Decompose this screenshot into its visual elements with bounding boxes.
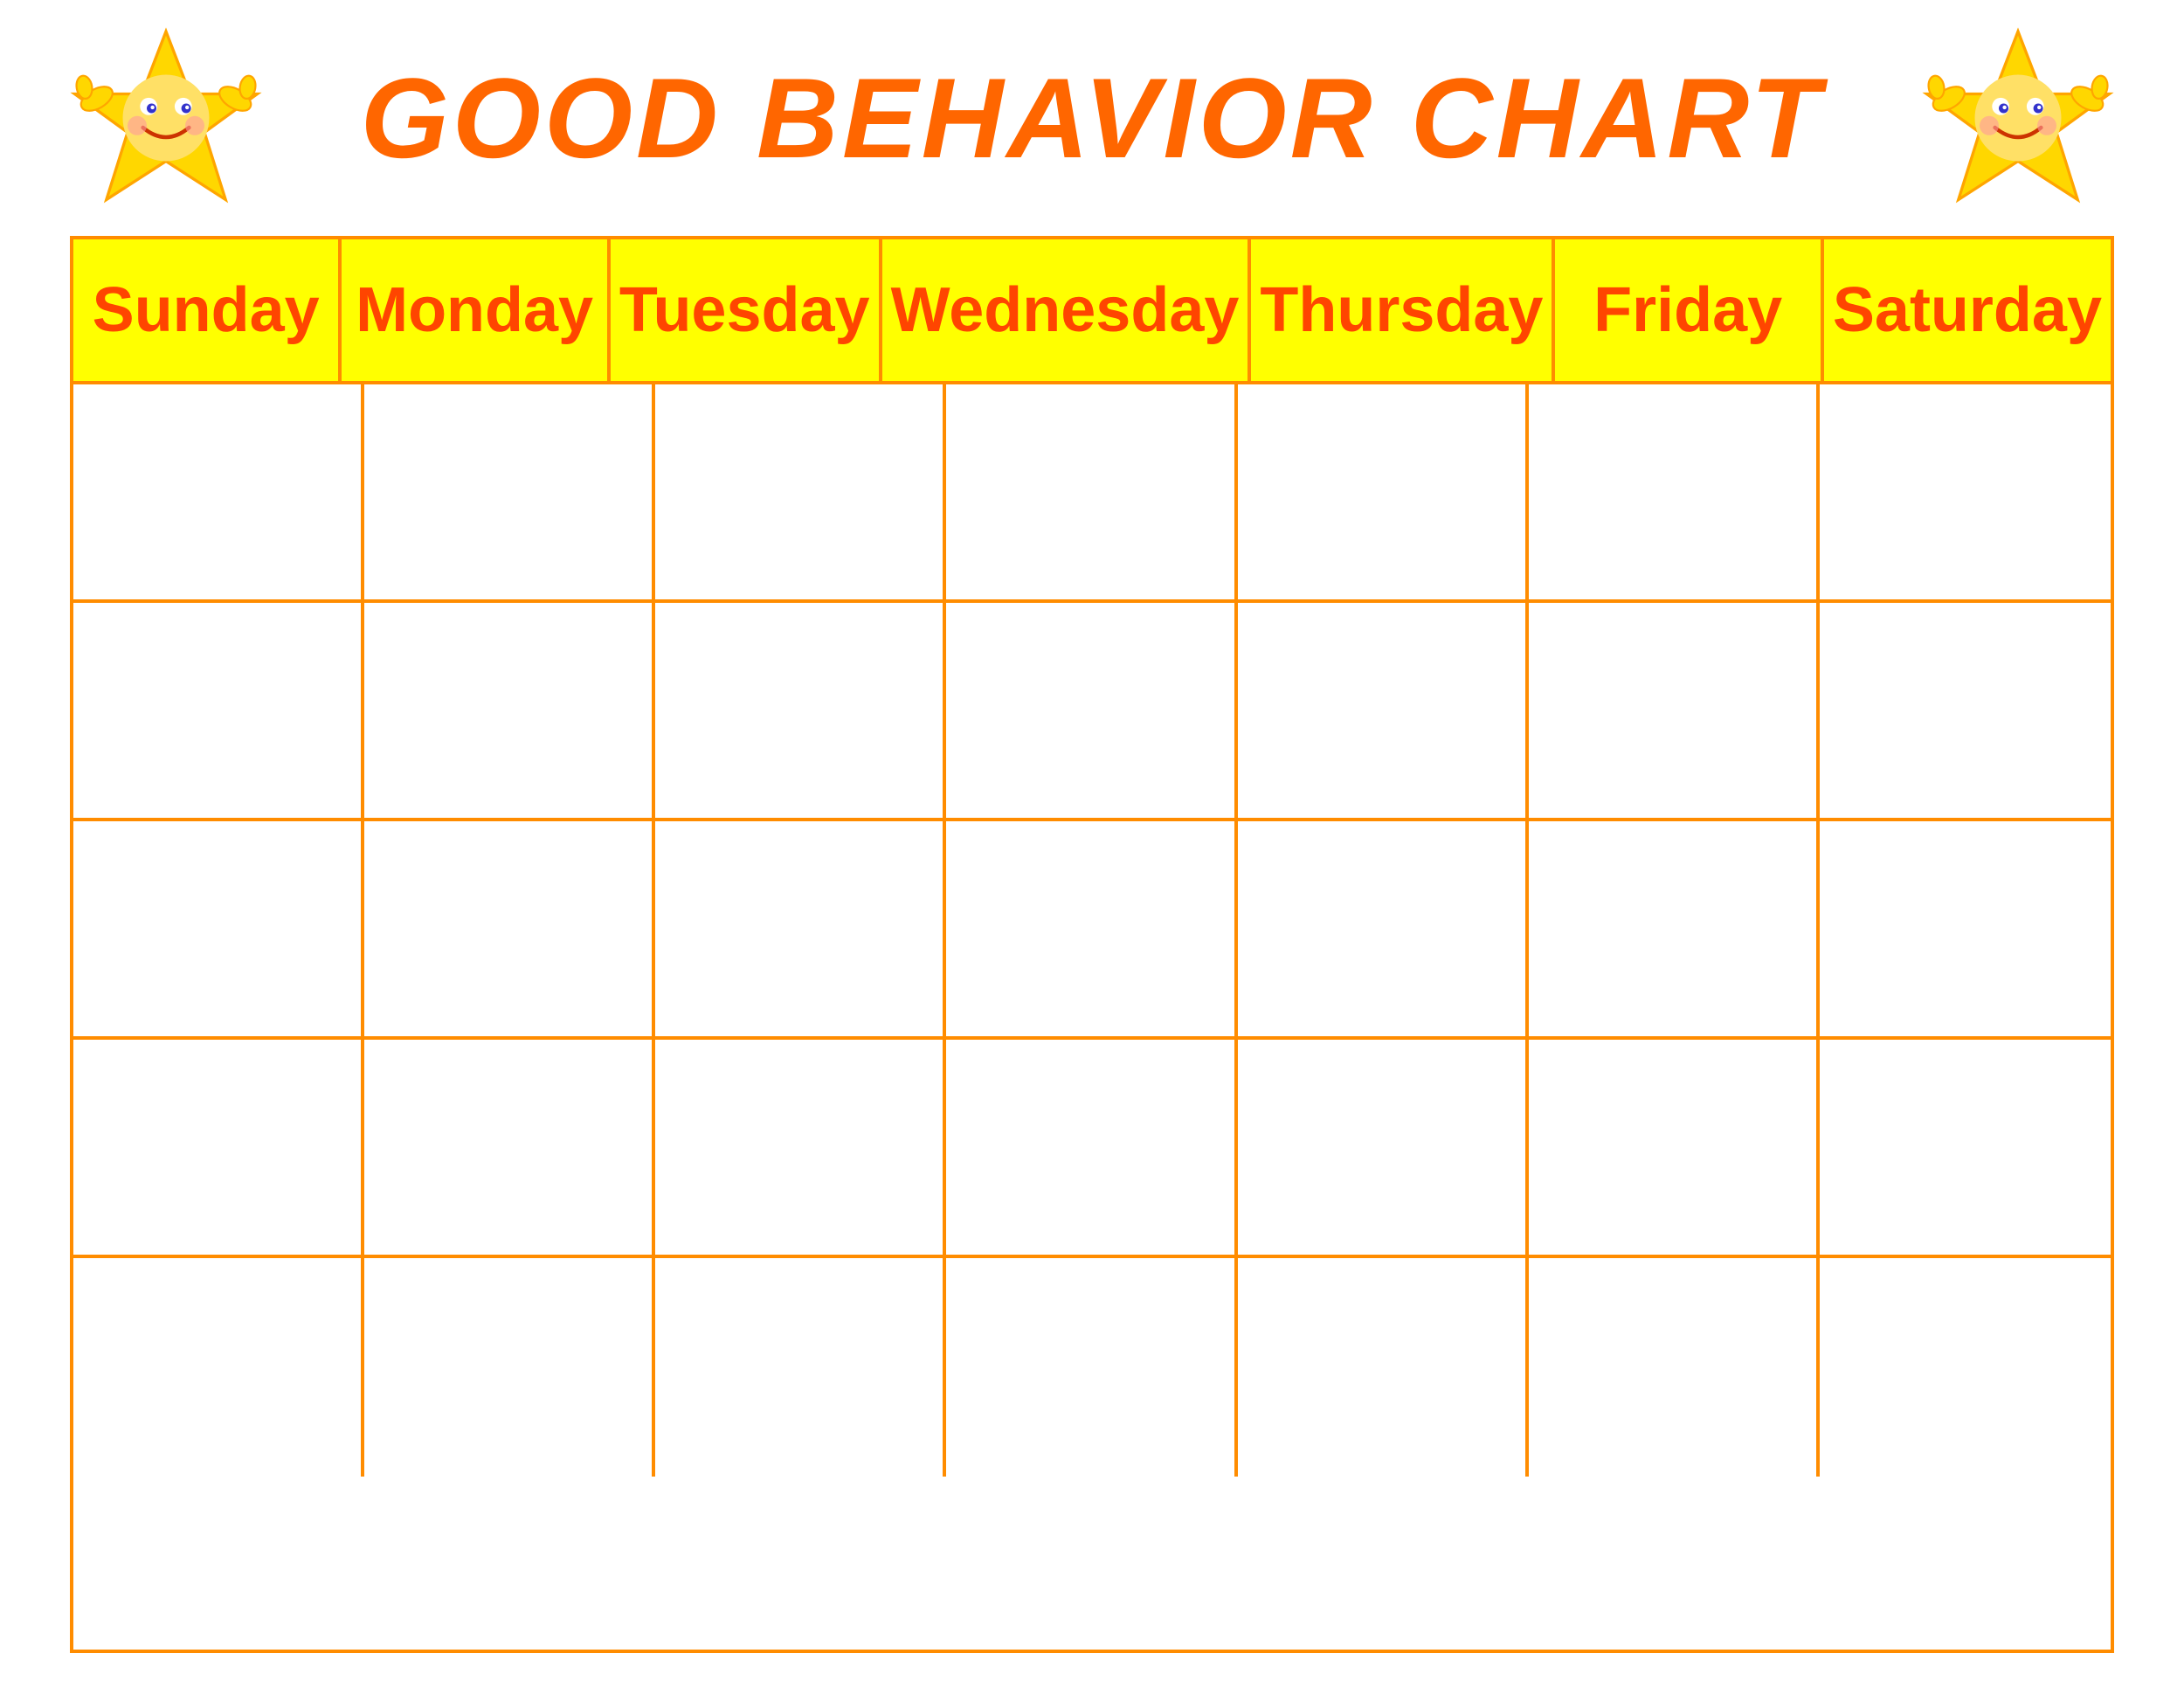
cell-r1-fri[interactable]: [1529, 384, 1820, 599]
cell-r3-sun[interactable]: [73, 821, 364, 1036]
cell-r4-thu[interactable]: [1238, 1040, 1529, 1255]
day-header-row: Sunday Monday Tuesday Wednesday Thursday…: [73, 239, 2111, 384]
cell-r2-thu[interactable]: [1238, 603, 1529, 818]
cell-r1-tue[interactable]: [655, 384, 946, 599]
cell-r5-fri[interactable]: [1529, 1258, 1820, 1477]
cell-r2-fri[interactable]: [1529, 603, 1820, 818]
cell-r2-tue[interactable]: [655, 603, 946, 818]
header: GOOD BEHAVIOR CHART: [70, 35, 2114, 201]
cell-r4-tue[interactable]: [655, 1040, 946, 1255]
chart-row-3: [73, 821, 2111, 1040]
header-tuesday: Tuesday: [611, 239, 882, 381]
header-sunday: Sunday: [73, 239, 342, 381]
header-thursday: Thursday: [1251, 239, 1555, 381]
behavior-chart: Sunday Monday Tuesday Wednesday Thursday…: [70, 236, 2114, 1653]
cell-r4-sun[interactable]: [73, 1040, 364, 1255]
cell-r3-thu[interactable]: [1238, 821, 1529, 1036]
chart-rows: [73, 384, 2111, 1477]
cell-r2-sun[interactable]: [73, 603, 364, 818]
cell-r3-fri[interactable]: [1529, 821, 1820, 1036]
cell-r3-wed[interactable]: [946, 821, 1237, 1036]
cell-r4-sat[interactable]: [1820, 1040, 2111, 1255]
star-mascot-right: [1922, 22, 2114, 214]
header-friday: Friday: [1555, 239, 1823, 381]
header-monday: Monday: [342, 239, 610, 381]
cell-r1-mon[interactable]: [364, 384, 655, 599]
chart-row-2: [73, 603, 2111, 821]
cell-r5-mon[interactable]: [364, 1258, 655, 1477]
cell-r1-wed[interactable]: [946, 384, 1237, 599]
cell-r1-thu[interactable]: [1238, 384, 1529, 599]
cell-r2-sat[interactable]: [1820, 603, 2111, 818]
header-saturday: Saturday: [1824, 239, 2111, 381]
cell-r3-mon[interactable]: [364, 821, 655, 1036]
cell-r1-sat[interactable]: [1820, 384, 2111, 599]
header-wednesday: Wednesday: [882, 239, 1252, 381]
cell-r4-mon[interactable]: [364, 1040, 655, 1255]
cell-r2-mon[interactable]: [364, 603, 655, 818]
chart-row-5: [73, 1258, 2111, 1477]
cell-r5-thu[interactable]: [1238, 1258, 1529, 1477]
page-title: GOOD BEHAVIOR CHART: [361, 52, 1824, 183]
chart-row-4: [73, 1040, 2111, 1258]
star-mascot-left: [70, 22, 262, 214]
cell-r5-tue[interactable]: [655, 1258, 946, 1477]
cell-r2-wed[interactable]: [946, 603, 1237, 818]
cell-r1-sun[interactable]: [73, 384, 364, 599]
cell-r5-sun[interactable]: [73, 1258, 364, 1477]
chart-row-1: [73, 384, 2111, 603]
cell-r3-tue[interactable]: [655, 821, 946, 1036]
cell-r3-sat[interactable]: [1820, 821, 2111, 1036]
cell-r5-wed[interactable]: [946, 1258, 1237, 1477]
cell-r4-wed[interactable]: [946, 1040, 1237, 1255]
cell-r5-sat[interactable]: [1820, 1258, 2111, 1477]
cell-r4-fri[interactable]: [1529, 1040, 1820, 1255]
page-container: GOOD BEHAVIOR CHART: [17, 0, 2167, 1688]
